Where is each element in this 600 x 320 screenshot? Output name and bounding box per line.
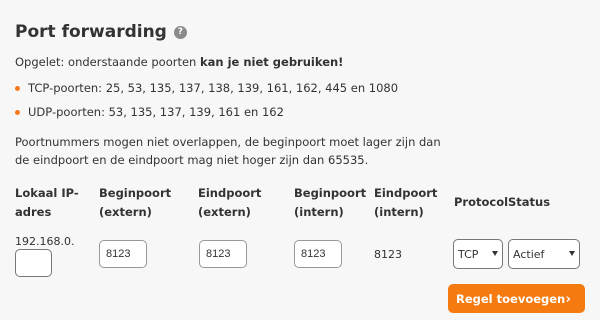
port-rules-note: Poortnummers mogen niet overlappen, de b… [15,135,441,167]
bullet-dot-icon [15,85,20,91]
add-rule-button[interactable]: Regel toevoegen › [448,284,585,313]
header-begin-int: Beginpoort (intern) [294,186,367,219]
header-status: Status [508,195,551,209]
ip-prefix: 192.168.0. [15,235,75,248]
add-rule-label: Regel toevoegen [456,291,566,306]
page-title: Port forwarding ? [15,22,187,42]
header-end-ext: Eindpoort (extern) [198,186,262,219]
list-item: UDP-poorten: 53, 135, 137, 139, 161 en 1… [15,105,284,119]
header-protocol: Protocol [454,195,509,209]
status-select[interactable]: Actief [508,239,580,269]
protocol-select[interactable]: TCP [453,239,503,269]
header-local-ip: Lokaal IP-adres [15,186,79,219]
list-item: TCP-poorten: 25, 53, 135, 137, 138, 139,… [15,81,398,95]
protocol-value: TCP [458,247,479,261]
chevron-down-icon [492,251,498,256]
begin-ext-input[interactable] [99,240,147,268]
tcp-ports-text: TCP-poorten: 25, 53, 135, 137, 138, 139,… [28,81,399,95]
udp-ports-text: UDP-poorten: 53, 135, 137, 139, 161 en 1… [28,105,284,119]
chevron-right-icon: › [565,292,571,307]
end-int-value: 8123 [374,248,402,261]
warning-text: Opgelet: onderstaande poorten kan je nie… [15,55,343,69]
warning-prefix: Opgelet: onderstaande poorten [15,55,201,69]
header-end-int: Eindpoort (intern) [374,186,438,219]
help-icon[interactable]: ? [173,25,187,39]
status-value: Actief [513,247,545,261]
chevron-down-icon [569,251,575,256]
page-title-text: Port forwarding [15,22,167,42]
header-begin-ext: Beginpoort (extern) [99,186,172,219]
ip-last-octet-input[interactable] [15,249,52,277]
end-ext-input[interactable] [199,240,247,268]
begin-int-input[interactable] [294,240,342,268]
bullet-dot-icon [15,109,20,115]
warning-bold: kan je niet gebruiken! [200,55,344,69]
